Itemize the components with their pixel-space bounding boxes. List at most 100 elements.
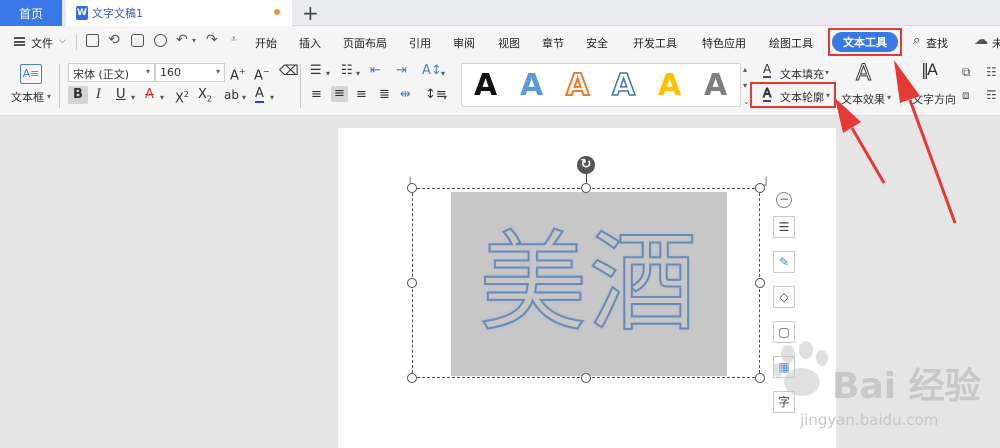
print-icon[interactable] <box>131 34 144 47</box>
resize-handle-top-left[interactable] <box>407 183 417 193</box>
save-icon[interactable] <box>86 34 99 47</box>
textbox-dropdown-icon[interactable]: ▾ <box>47 92 51 101</box>
menu-item-page-layout[interactable]: 页面布局 <box>343 35 387 51</box>
gallery-scroll-down-icon[interactable]: ▾ <box>743 78 747 94</box>
resize-handle-right[interactable] <box>755 278 765 288</box>
italic-button[interactable]: I <box>96 87 101 103</box>
text-direction-button[interactable]: 文字方向 <box>912 91 956 107</box>
menu-cloud-label[interactable]: 未 <box>992 35 1000 51</box>
text-box-link-icon[interactable]: ⧉ <box>962 64 971 80</box>
justify-icon[interactable]: ≣ <box>379 87 390 103</box>
text-box-break-icon[interactable]: ⧈ <box>962 87 970 103</box>
menu-item-insert[interactable]: 插入 <box>299 35 321 51</box>
align-text-icon[interactable]: ☷ <box>986 64 997 80</box>
format-painter-icon[interactable]: ⟲ <box>108 32 120 48</box>
subscript-button[interactable]: X2 <box>198 87 212 108</box>
menu-item-chapter[interactable]: 章节 <box>542 35 564 51</box>
font-color-dropdown-icon[interactable]: ▾ <box>270 90 274 106</box>
shrink-font-icon[interactable]: A− <box>254 64 270 84</box>
align-left-icon[interactable]: ≡ <box>311 87 322 103</box>
gallery-expand-icon[interactable]: ⌄ <box>743 94 750 110</box>
clear-format-icon[interactable]: ⌫ <box>279 63 299 79</box>
decrease-indent-icon[interactable]: ⇤ <box>370 63 381 79</box>
bullet-list-icon[interactable]: ☰ <box>310 63 322 79</box>
search-icon[interactable]: ⌕ <box>913 33 920 48</box>
menu-item-view[interactable]: 视图 <box>498 35 520 51</box>
file-dropdown-icon[interactable]: ⌵ <box>59 36 66 46</box>
font-name-value: 宋体 (正文) <box>73 68 130 81</box>
superscript-button[interactable]: X2 <box>175 87 189 107</box>
menu-item-review[interactable]: 审阅 <box>453 35 475 51</box>
text-effects-icon[interactable]: A <box>855 61 871 86</box>
text-fill-icon[interactable]: A <box>763 63 772 78</box>
menu-item-security[interactable]: 安全 <box>586 35 608 51</box>
print-preview-icon[interactable] <box>154 34 167 47</box>
numbered-list-icon[interactable]: ☷ <box>341 63 353 79</box>
undo-dropdown-icon[interactable]: ▾ <box>192 36 196 45</box>
underline-dropdown-icon[interactable]: ▾ <box>131 90 135 106</box>
strikethrough-button[interactable]: A <box>145 87 154 103</box>
align-center-icon[interactable]: ≡ <box>331 86 348 102</box>
menu-item-drawing-tools[interactable]: 绘图工具 <box>769 35 813 51</box>
textbox-icon[interactable]: A≡ <box>20 64 42 84</box>
font-color-button[interactable]: A <box>255 87 264 103</box>
menu-item-developer[interactable]: 开发工具 <box>633 35 677 51</box>
redo-icon[interactable]: ↷ <box>206 32 218 48</box>
text-effects-button[interactable]: 文本效果 <box>841 91 885 107</box>
style-preset-blue-outline[interactable]: A <box>611 67 636 104</box>
cloud-icon[interactable]: ☁ <box>974 32 988 48</box>
style-preset-gray[interactable]: A <box>704 68 727 103</box>
fill-bucket-icon[interactable]: ◇ <box>773 286 795 308</box>
text-effects-dropdown-icon[interactable]: ▾ <box>887 93 891 102</box>
customize-toolbar-icon[interactable]: ⩡ <box>231 34 237 45</box>
text-direction-icon[interactable]: ‖A <box>921 62 938 78</box>
rotate-handle-icon[interactable]: ↻ <box>577 156 595 174</box>
distribute-icon[interactable]: ⇹ <box>400 87 411 103</box>
hamburger-icon[interactable] <box>14 37 25 46</box>
text-fill-dropdown-icon[interactable]: ▾ <box>825 68 829 77</box>
arrange-text-icon[interactable]: ☶ <box>986 87 997 103</box>
resize-handle-left[interactable] <box>407 278 417 288</box>
bold-button[interactable]: B <box>68 86 88 104</box>
menu-item-features[interactable]: 特色应用 <box>702 35 746 51</box>
undo-icon[interactable]: ↶ <box>176 32 188 48</box>
underline-button[interactable]: U <box>116 87 126 103</box>
increase-indent-icon[interactable]: ⇥ <box>396 63 407 79</box>
style-preset-gold[interactable]: A <box>658 68 681 103</box>
textbox-label[interactable]: 文本框 <box>11 89 44 105</box>
new-tab-button[interactable]: + <box>302 2 319 24</box>
resize-handle-top[interactable] <box>581 183 591 193</box>
highlight-dropdown-icon[interactable]: ▾ <box>242 90 246 106</box>
layout-options-icon[interactable]: ☰ <box>773 216 795 238</box>
menu-item-start[interactable]: 开始 <box>255 35 277 51</box>
bullet-list-dropdown-icon[interactable]: ▾ <box>326 66 330 82</box>
watermark-url: jingyan.baidu.com <box>800 411 939 429</box>
align-right-icon[interactable]: ≡ <box>356 87 367 103</box>
style-preset-orange-outline[interactable]: A <box>565 67 590 104</box>
strikethrough-dropdown-icon[interactable]: ▾ <box>160 90 164 106</box>
grow-font-icon[interactable]: A+ <box>230 64 246 84</box>
unsaved-indicator <box>274 9 280 15</box>
chinese-layout-dropdown-icon[interactable]: ▾ <box>441 66 445 82</box>
line-spacing-dropdown-icon[interactable]: ▾ <box>443 90 447 106</box>
tab-home[interactable]: 首页 <box>0 0 62 26</box>
highlight-button[interactable]: ab <box>224 87 239 103</box>
numbered-list-dropdown-icon[interactable]: ▾ <box>356 66 360 82</box>
collapse-toolbar-icon[interactable]: − <box>776 192 792 208</box>
font-name-select[interactable]: 宋体 (正文) ▾ <box>68 63 155 82</box>
style-preset-blue[interactable]: A <box>520 68 543 103</box>
text-fill-button[interactable]: 文本填充 <box>780 66 824 82</box>
menu-item-references[interactable]: 引用 <box>409 35 431 51</box>
gallery-scroll-up-icon[interactable]: ▴ <box>743 62 747 78</box>
pen-icon[interactable]: ✎ <box>773 251 795 273</box>
resize-handle-bottom-left[interactable] <box>407 373 417 383</box>
chinese-layout-icon[interactable]: A↕ <box>422 63 442 79</box>
resize-handle-bottom-right[interactable] <box>755 373 765 383</box>
tab-document[interactable]: W 文字文稿1 <box>66 0 292 26</box>
font-size-select[interactable]: 160 ▾ <box>155 63 225 82</box>
menu-file[interactable]: 文件 <box>31 35 53 51</box>
resize-handle-bottom[interactable] <box>581 373 591 383</box>
resize-handle-top-right[interactable] <box>755 183 765 193</box>
style-preset-black[interactable]: A <box>474 68 497 103</box>
search-button[interactable]: 查找 <box>926 35 948 51</box>
